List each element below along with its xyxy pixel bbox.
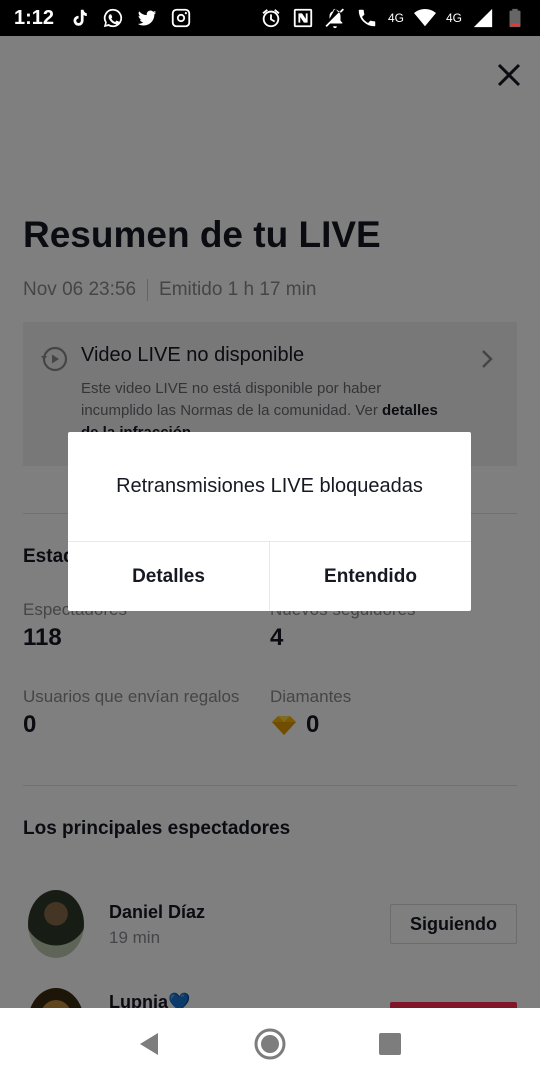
home-circle-icon — [254, 1028, 286, 1060]
call-icon — [356, 7, 378, 29]
lte-label: 4G — [387, 11, 404, 25]
alarm-icon — [260, 7, 282, 29]
system-nav-bar — [0, 1008, 540, 1080]
blocked-live-dialog: Retransmisiones LIVE bloqueadas Detalles… — [68, 432, 471, 611]
twitter-icon — [136, 7, 158, 29]
battery-icon — [504, 7, 526, 29]
recents-button[interactable] — [372, 1026, 408, 1062]
got-it-button[interactable]: Entendido — [269, 542, 471, 611]
dialog-message: Retransmisiones LIVE bloqueadas — [116, 475, 423, 497]
status-system-icons: 4G 4G — [260, 7, 526, 29]
tiktok-icon — [68, 7, 90, 29]
recents-square-icon — [379, 1033, 401, 1055]
instagram-icon — [170, 7, 192, 29]
wifi-icon — [413, 7, 436, 29]
status-time: 1:12 — [14, 6, 55, 29]
dialog-actions: Detalles Entendido — [68, 541, 471, 611]
details-button[interactable]: Detalles — [68, 542, 269, 611]
back-triangle-icon — [140, 1033, 158, 1055]
back-button[interactable] — [132, 1026, 168, 1062]
network-label: 4G — [445, 11, 462, 25]
status-bar: 1:12 4G 4G — [0, 0, 540, 36]
nfc-icon — [292, 7, 314, 29]
home-button[interactable] — [252, 1026, 288, 1062]
signal-icon — [472, 7, 494, 29]
whatsapp-icon — [102, 7, 124, 29]
status-notification-icons — [68, 7, 192, 29]
mute-icon — [324, 7, 346, 29]
